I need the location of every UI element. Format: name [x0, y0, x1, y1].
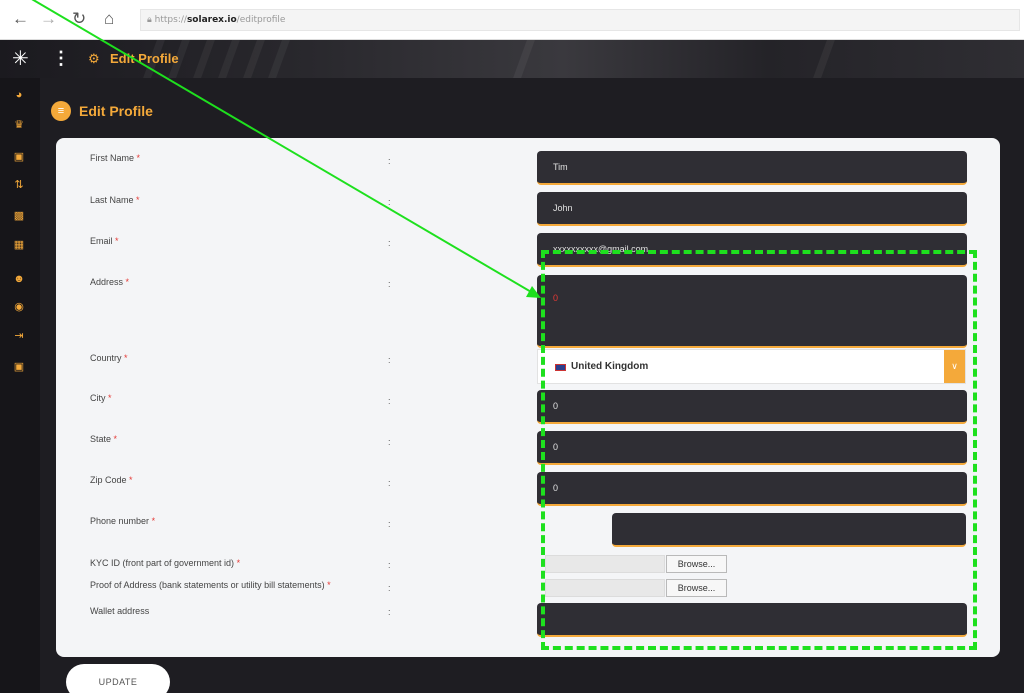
colon: : — [388, 156, 391, 166]
url-prefix: https:// — [154, 15, 187, 25]
city-input[interactable]: 0 — [537, 390, 967, 424]
kebab-menu-icon[interactable]: ⋮ — [52, 47, 70, 69]
state-label: State * — [90, 434, 118, 444]
colon: : — [388, 437, 391, 447]
page-title: Edit Profile — [79, 103, 153, 119]
dashboard-icon[interactable]: ◕ — [9, 88, 29, 102]
colon: : — [388, 607, 391, 617]
crown-icon[interactable]: ♛ — [9, 118, 29, 132]
user-icon[interactable]: ☻ — [9, 272, 29, 286]
update-button[interactable]: UPDATE — [66, 664, 170, 693]
kyc-id-label: KYC ID (front part of government id) * — [90, 558, 241, 568]
wallet-icon[interactable]: ▣ — [9, 150, 29, 164]
lock-icon[interactable]: ▣ — [9, 360, 29, 374]
transfer-icon[interactable]: ⇅ — [9, 178, 29, 192]
report-icon[interactable]: ▦ — [9, 238, 29, 252]
network-logo-icon[interactable]: ✳ — [12, 48, 29, 70]
country-select[interactable]: United Kingdom ∨ — [537, 349, 966, 384]
sidebar: ◕ ♛ ▣ ⇅ ▩ ▦ ☻ ◉ ⇥ ▣ — [0, 78, 40, 693]
reload-icon[interactable]: ↻ — [72, 9, 86, 29]
kyc-browse-button[interactable]: Browse... — [666, 555, 727, 573]
last-name-input[interactable]: John — [537, 192, 967, 226]
last-name-label: Last Name * — [90, 195, 140, 205]
email-input[interactable]: xxxxxxxxxx@gmail.com — [537, 233, 967, 267]
email-label: Email * — [90, 236, 119, 246]
colon: : — [388, 560, 391, 570]
forward-icon[interactable]: → — [40, 9, 57, 29]
colon: : — [388, 396, 391, 406]
menu-list-icon: ≡ — [51, 101, 71, 121]
poa-file-name-box — [545, 579, 665, 597]
first-name-label: First Name * — [90, 153, 141, 163]
zip-code-input[interactable]: 0 — [537, 472, 967, 506]
zip-code-label: Zip Code * — [90, 475, 133, 485]
support-icon[interactable]: ◉ — [9, 300, 29, 314]
city-label: City * — [90, 393, 112, 403]
country-selected-value: United Kingdom — [571, 361, 649, 372]
colon: : — [388, 197, 391, 207]
address-textarea[interactable]: 0 — [537, 275, 967, 348]
colon: : — [388, 238, 391, 248]
chevron-down-icon[interactable]: ∨ — [944, 350, 965, 383]
home-icon[interactable]: ⌂ — [104, 9, 114, 29]
address-label: Address * — [90, 277, 130, 287]
browser-toolbar: ← → ↻ ⌂ 🔒︎ https://solarex.io/editprofil… — [0, 0, 1024, 40]
back-icon[interactable]: ← — [12, 9, 29, 29]
dashboard-gauge-icon: ⚙ — [88, 51, 100, 66]
header-title: Edit Profile — [110, 51, 179, 66]
wallet-address-input[interactable] — [537, 603, 967, 637]
wallet-address-label: Wallet address — [90, 606, 150, 616]
state-input[interactable]: 0 — [537, 431, 967, 465]
phone-label: Phone number * — [90, 516, 156, 526]
colon: : — [388, 478, 391, 488]
country-label: Country * — [90, 353, 128, 363]
phone-input[interactable] — [612, 513, 966, 547]
address-bar[interactable]: 🔒︎ https://solarex.io/editprofile — [140, 9, 1020, 31]
colon: : — [388, 583, 391, 593]
colon: : — [388, 355, 391, 365]
kyc-file-name-box — [545, 555, 665, 573]
colon: : — [388, 519, 391, 529]
lock-url-icon: 🔒︎ — [147, 15, 152, 25]
url-path: /editprofile — [236, 15, 286, 25]
uk-flag-icon — [555, 364, 566, 371]
poa-browse-button[interactable]: Browse... — [666, 579, 727, 597]
first-name-input[interactable]: Tim — [537, 151, 967, 185]
colon: : — [388, 279, 391, 289]
chat-icon[interactable]: ▩ — [9, 209, 29, 223]
logout-icon[interactable]: ⇥ — [9, 329, 29, 343]
url-domain: solarex.io — [186, 15, 237, 25]
proof-of-address-label: Proof of Address (bank statements or uti… — [90, 580, 331, 590]
